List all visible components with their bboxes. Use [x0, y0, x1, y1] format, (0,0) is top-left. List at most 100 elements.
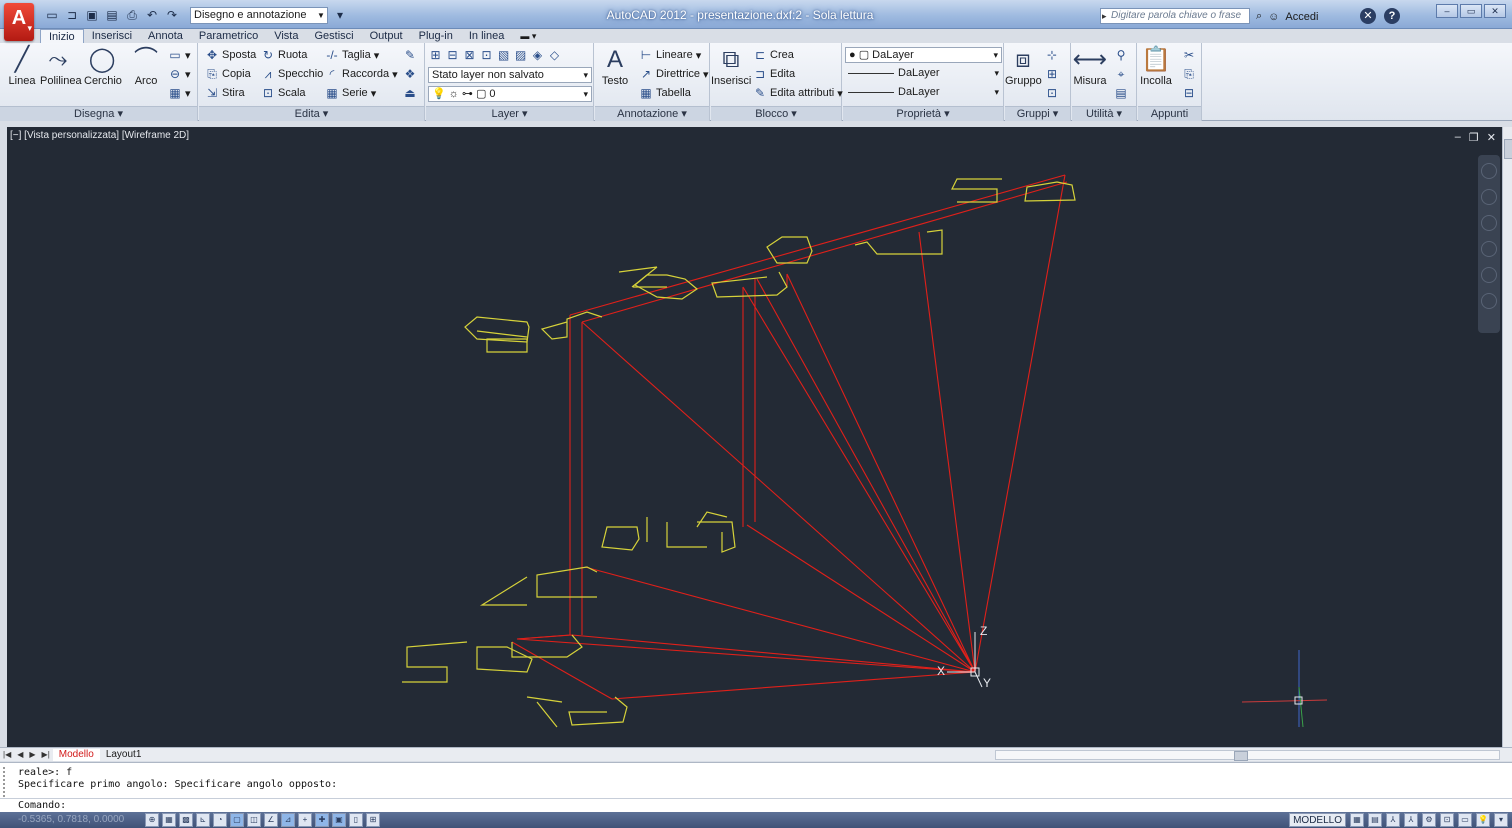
tab-modello[interactable]: Modello: [52, 748, 100, 761]
cut-icon[interactable]: ✂: [1182, 48, 1196, 62]
offset-icon[interactable]: ⏏: [403, 86, 417, 100]
customize-qat-icon[interactable]: ▾: [332, 7, 348, 23]
save-as-icon[interactable]: ▤: [104, 7, 120, 23]
panel-title-proprieta[interactable]: Proprietà ▾: [843, 106, 1003, 121]
tab-annota[interactable]: Annota: [140, 29, 191, 43]
ribbon-minimize-icon[interactable]: ▬ ▾: [512, 29, 544, 43]
model-space-button[interactable]: MODELLO: [1289, 813, 1346, 827]
isolate-objects-icon[interactable]: 💡: [1476, 813, 1490, 827]
match-properties-icon[interactable]: ⊟: [1182, 86, 1196, 100]
navbar-menu-icon[interactable]: [1481, 293, 1497, 309]
layer-combo[interactable]: 💡 ☼ ⊶ ▢ 0: [428, 86, 592, 102]
workspace-switch-icon[interactable]: ⚙: [1422, 813, 1436, 827]
tab-plug-in[interactable]: Plug-in: [411, 29, 461, 43]
first-layout-icon[interactable]: |◀: [0, 750, 14, 759]
arc-tool[interactable]: ⌒ Arco: [128, 45, 164, 87]
transparency-icon[interactable]: ▣: [332, 813, 346, 827]
edit-block-tool[interactable]: ⊐ Edita: [753, 67, 795, 81]
signin-area[interactable]: ⌕ ☺ Accedi: [1256, 10, 1318, 23]
paste-tool[interactable]: 📋 Incolla: [1138, 45, 1174, 87]
table-tool[interactable]: ▦ Tabella: [639, 86, 691, 100]
rectangle-icon[interactable]: ▭ ▾: [168, 48, 190, 62]
signin-label[interactable]: Accedi: [1285, 11, 1318, 23]
command-input[interactable]: Comando:: [0, 798, 1512, 813]
insert-block-tool[interactable]: ⧉ Inserisci: [711, 45, 751, 87]
drawing-canvas[interactable]: [−] [Vista personalizzata] [Wireframe 2D…: [7, 127, 1502, 747]
panel-title-blocco[interactable]: Blocco ▾: [711, 106, 841, 121]
group-select-icon[interactable]: ⊡: [1045, 86, 1059, 100]
minimize-button[interactable]: –: [1436, 4, 1458, 18]
group-edit-icon[interactable]: ⊞: [1045, 67, 1059, 81]
create-block-tool[interactable]: ⊏ Crea: [753, 48, 794, 62]
otrack-icon[interactable]: ∠: [264, 813, 278, 827]
binoculars-icon[interactable]: ⌕: [1256, 10, 1262, 23]
circle-tool[interactable]: ◯ Cerchio: [84, 45, 122, 87]
panel-title-utilita[interactable]: Utilità ▾: [1072, 106, 1136, 121]
search-input[interactable]: Digitare parola chiave o frase: [1100, 8, 1250, 24]
tab-layout1[interactable]: Layout1: [100, 749, 148, 761]
viewport-close-button[interactable]: ✕: [1487, 131, 1496, 144]
vertical-scrollbar[interactable]: [1502, 127, 1512, 747]
rotate-tool[interactable]: ↻ Ruota: [261, 48, 307, 62]
showmotion-icon[interactable]: [1481, 189, 1497, 205]
tab-gestisci[interactable]: Gestisci: [306, 29, 361, 43]
erase-icon[interactable]: ✎: [403, 48, 417, 62]
help-icon[interactable]: ?: [1384, 8, 1400, 24]
layer-tools-icons[interactable]: ⊞ ⊟ ⊠ ⊡ ▧ ▨ ◈ ◇: [430, 48, 563, 62]
undo-icon[interactable]: ↶: [144, 7, 160, 23]
quick-view-layouts-icon[interactable]: ▦: [1350, 813, 1364, 827]
3d-osnap-icon[interactable]: ◫: [247, 813, 261, 827]
next-layout-icon[interactable]: ▶: [26, 750, 38, 759]
quick-view-drawings-icon[interactable]: ▤: [1368, 813, 1382, 827]
tab-inizio[interactable]: Inizio: [40, 29, 84, 43]
open-folder-icon[interactable]: ⊐: [64, 7, 80, 23]
panel-title-annotazione[interactable]: Annotazione ▾: [595, 106, 709, 121]
status-menu-icon[interactable]: ▾: [1494, 813, 1508, 827]
hatch-icon[interactable]: ▦ ▾: [168, 86, 190, 100]
quick-select-icon[interactable]: ⚲: [1114, 48, 1128, 62]
scale-tool[interactable]: ⊡ Scala: [261, 86, 306, 100]
annotation-visibility-icon[interactable]: ⅄: [1404, 813, 1418, 827]
lineweight-icon[interactable]: ✚: [315, 813, 329, 827]
layer-state-combo[interactable]: Stato layer non salvato: [428, 67, 592, 83]
grid-icon[interactable]: ▩: [179, 813, 193, 827]
pan-icon[interactable]: [1481, 215, 1497, 231]
polar-icon[interactable]: ◔: [213, 813, 227, 827]
ortho-icon[interactable]: ⊾: [196, 813, 210, 827]
leader-tool[interactable]: ↗ Direttrice ▾: [639, 67, 709, 81]
infer-constraints-icon[interactable]: ⊕: [145, 813, 159, 827]
horizontal-scrollbar[interactable]: [995, 750, 1500, 761]
tab-in-linea[interactable]: In linea: [461, 29, 512, 43]
cad-drawing[interactable]: Z X Y: [7, 127, 1477, 747]
panel-title-edita[interactable]: Edita ▾: [199, 106, 424, 121]
color-combo[interactable]: ● ▢ DaLayer: [845, 47, 1002, 63]
text-tool[interactable]: A Testo: [597, 45, 633, 87]
tab-parametrico[interactable]: Parametrico: [191, 29, 266, 43]
array-tool[interactable]: ▦ Serie ▾: [325, 86, 376, 100]
ellipse-icon[interactable]: ⊖ ▾: [168, 67, 191, 81]
command-line-grip[interactable]: [3, 767, 11, 797]
copy-clip-icon[interactable]: ⎘: [1182, 67, 1196, 81]
new-file-icon[interactable]: ▭: [44, 7, 60, 23]
workspace-dropdown[interactable]: Disegno e annotazione ▼: [190, 6, 328, 24]
edit-attributes-tool[interactable]: ✎ Edita attributi ▾: [753, 86, 843, 100]
zoom-icon[interactable]: [1481, 241, 1497, 257]
linear-dim-tool[interactable]: ⊢ Lineare ▾: [639, 48, 701, 62]
measure-tool[interactable]: ⟷ Misura: [1072, 45, 1108, 87]
steering-wheel-icon[interactable]: [1481, 163, 1497, 179]
lock-icon[interactable]: ⊡: [1440, 813, 1454, 827]
selection-cycling-icon[interactable]: ⊞: [366, 813, 380, 827]
stretch-tool[interactable]: ⇲ Stira: [205, 86, 245, 100]
close-button[interactable]: ✕: [1484, 4, 1506, 18]
ungroup-icon[interactable]: ⊹: [1045, 48, 1059, 62]
save-icon[interactable]: ▣: [84, 7, 100, 23]
linetype-combo[interactable]: DaLayer: [845, 66, 1002, 82]
calculator-icon[interactable]: ▤: [1114, 86, 1128, 100]
panel-title-layer[interactable]: Layer ▾: [426, 106, 593, 121]
quick-props-icon[interactable]: ▯: [349, 813, 363, 827]
polyline-tool[interactable]: ⤳ Polilinea: [40, 45, 82, 87]
dyn-icon[interactable]: +: [298, 813, 312, 827]
orbit-icon[interactable]: [1481, 267, 1497, 283]
tab-vista[interactable]: Vista: [266, 29, 306, 43]
line-tool[interactable]: ╱ Linea: [4, 45, 40, 87]
